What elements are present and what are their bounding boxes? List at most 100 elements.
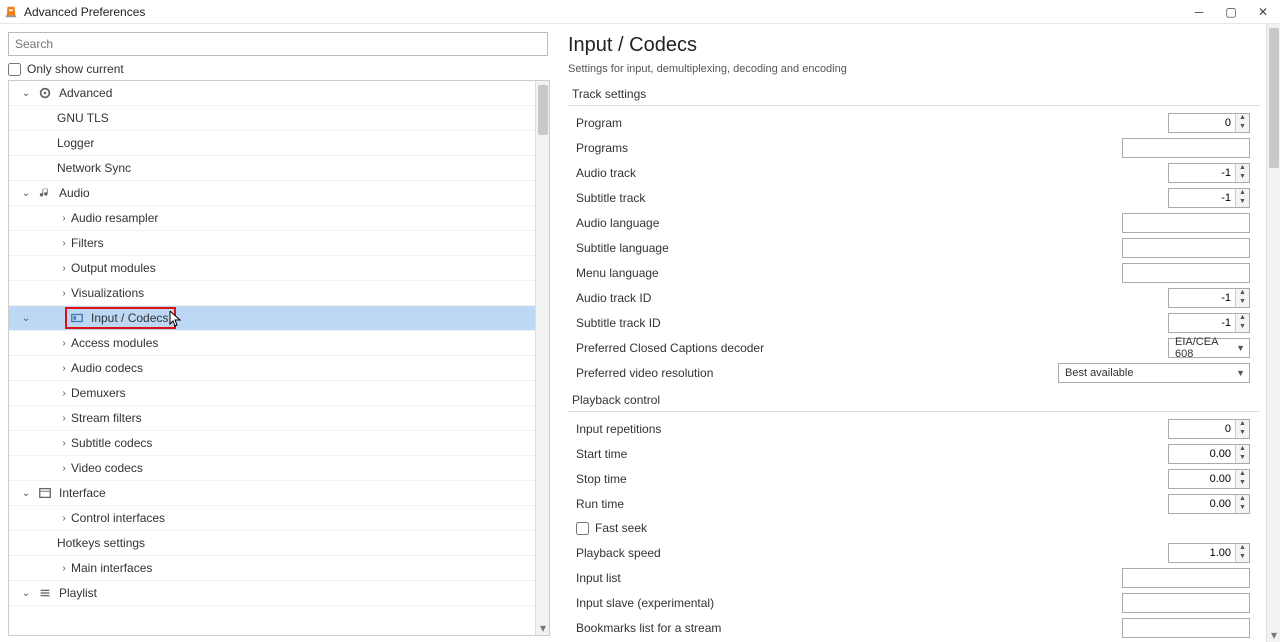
spin-down-icon[interactable]: ▼ xyxy=(1236,454,1249,463)
tree-audio-codecs[interactable]: ›Audio codecs xyxy=(9,356,535,381)
program-spinbox[interactable]: ▲▼ xyxy=(1168,113,1250,133)
subtitle-track-spinbox[interactable]: ▲▼ xyxy=(1168,188,1250,208)
tree-access-modules[interactable]: ›Access modules xyxy=(9,331,535,356)
run-time-spinbox[interactable]: ▲▼ xyxy=(1168,494,1250,514)
only-show-current-checkbox[interactable]: Only show current xyxy=(8,62,550,76)
spin-up-icon[interactable]: ▲ xyxy=(1236,289,1249,298)
chevron-right-icon[interactable]: › xyxy=(57,338,71,349)
chevron-down-icon[interactable]: ⌄ xyxy=(19,588,33,599)
programs-input[interactable] xyxy=(1122,138,1250,158)
stop-time-spinbox[interactable]: ▲▼ xyxy=(1168,469,1250,489)
tree-interface[interactable]: ⌄ Interface xyxy=(9,481,535,506)
settings-scrollbar[interactable]: ▴ ▾ xyxy=(1266,24,1280,642)
field-playback-speed: Playback speed ▲▼ xyxy=(568,540,1280,565)
spin-down-icon[interactable]: ▼ xyxy=(1236,479,1249,488)
spin-up-icon[interactable]: ▲ xyxy=(1236,420,1249,429)
chevron-down-icon[interactable]: ⌄ xyxy=(19,188,33,199)
maximize-button[interactable]: ▢ xyxy=(1224,5,1238,19)
tree-hotkeys-settings[interactable]: Hotkeys settings xyxy=(9,531,535,556)
input-slave-input[interactable] xyxy=(1122,593,1250,613)
spin-up-icon[interactable]: ▲ xyxy=(1236,164,1249,173)
spin-down-icon[interactable]: ▼ xyxy=(1236,323,1249,332)
only-show-current-box[interactable] xyxy=(8,63,21,76)
audio-track-spinbox[interactable]: ▲▼ xyxy=(1168,163,1250,183)
tree-demuxers[interactable]: ›Demuxers xyxy=(9,381,535,406)
tree-logger[interactable]: Logger xyxy=(9,131,535,156)
chevron-right-icon[interactable]: › xyxy=(57,438,71,449)
tree-filters[interactable]: ›Filters xyxy=(9,231,535,256)
field-fast-seek[interactable]: Fast seek xyxy=(568,516,1280,540)
spin-down-icon[interactable]: ▼ xyxy=(1236,123,1249,132)
tree-video-codecs[interactable]: ›Video codecs xyxy=(9,456,535,481)
spin-down-icon[interactable]: ▼ xyxy=(1236,553,1249,562)
audio-language-input[interactable] xyxy=(1122,213,1250,233)
tree-audio-resampler[interactable]: ›Audio resampler xyxy=(9,206,535,231)
menu-language-input[interactable] xyxy=(1122,263,1250,283)
tree-scrollbar[interactable]: ▴ ▾ xyxy=(535,81,549,635)
tree-visualizations[interactable]: ›Visualizations xyxy=(9,281,535,306)
spin-down-icon[interactable]: ▼ xyxy=(1236,173,1249,182)
playback-speed-spinbox[interactable]: ▲▼ xyxy=(1168,543,1250,563)
tree-control-interfaces[interactable]: ›Control interfaces xyxy=(9,506,535,531)
chevron-right-icon[interactable]: › xyxy=(57,238,71,249)
tree-subtitle-codecs[interactable]: ›Subtitle codecs xyxy=(9,431,535,456)
chevron-right-icon[interactable]: › xyxy=(57,263,71,274)
search-input[interactable] xyxy=(8,32,548,56)
bookmarks-input[interactable] xyxy=(1122,618,1250,638)
scrollbar-thumb[interactable] xyxy=(1269,28,1279,168)
tree-playlist[interactable]: ⌄ Playlist xyxy=(9,581,535,606)
chevron-right-icon[interactable]: › xyxy=(57,363,71,374)
tree-gnutls[interactable]: GNU TLS xyxy=(9,106,535,131)
chevron-right-icon[interactable]: › xyxy=(57,513,71,524)
audio-track-id-spinbox[interactable]: ▲▼ xyxy=(1168,288,1250,308)
chevron-down-icon[interactable]: ⌄ xyxy=(19,88,33,99)
spin-down-icon[interactable]: ▼ xyxy=(1236,298,1249,307)
field-program: Program ▲▼ xyxy=(568,110,1280,135)
close-button[interactable]: ✕ xyxy=(1256,5,1270,19)
spin-down-icon[interactable]: ▼ xyxy=(1236,504,1249,513)
category-tree: ⌄ Advanced GNU TLS Logger Network Sync ⌄… xyxy=(8,80,550,636)
chevron-down-icon[interactable]: ⌄ xyxy=(19,488,33,499)
scrollbar-thumb[interactable] xyxy=(538,85,548,135)
spin-up-icon[interactable]: ▲ xyxy=(1236,189,1249,198)
tree-output-modules[interactable]: ›Output modules xyxy=(9,256,535,281)
chevron-right-icon[interactable]: › xyxy=(57,213,71,224)
scroll-down-icon[interactable]: ▾ xyxy=(1267,628,1280,642)
tree-advanced[interactable]: ⌄ Advanced xyxy=(9,81,535,106)
chevron-down-icon[interactable]: ⌄ xyxy=(19,313,33,324)
start-time-spinbox[interactable]: ▲▼ xyxy=(1168,444,1250,464)
spin-up-icon[interactable]: ▲ xyxy=(1236,544,1249,553)
spin-down-icon[interactable]: ▼ xyxy=(1236,198,1249,207)
chevron-right-icon[interactable]: › xyxy=(57,413,71,424)
spin-up-icon[interactable]: ▲ xyxy=(1236,470,1249,479)
spin-up-icon[interactable]: ▲ xyxy=(1236,495,1249,504)
tree-main-interfaces[interactable]: ›Main interfaces xyxy=(9,556,535,581)
chevron-right-icon[interactable]: › xyxy=(57,463,71,474)
tree-stream-filters[interactable]: ›Stream filters xyxy=(9,406,535,431)
video-resolution-combo[interactable]: Best available▼ xyxy=(1058,363,1250,383)
input-list-input[interactable] xyxy=(1122,568,1250,588)
scroll-down-icon[interactable]: ▾ xyxy=(536,621,550,635)
chevron-right-icon[interactable]: › xyxy=(57,563,71,574)
window-icon xyxy=(37,485,53,501)
spin-up-icon[interactable]: ▲ xyxy=(1236,314,1249,323)
spin-up-icon[interactable]: ▲ xyxy=(1236,445,1249,454)
field-subtitle-track: Subtitle track ▲▼ xyxy=(568,185,1280,210)
subtitle-track-id-spinbox[interactable]: ▲▼ xyxy=(1168,313,1250,333)
list-icon xyxy=(37,585,53,601)
chevron-right-icon[interactable]: › xyxy=(57,388,71,399)
fast-seek-checkbox[interactable] xyxy=(576,522,589,535)
section-track-settings: Track settings xyxy=(568,85,1260,106)
music-note-icon xyxy=(37,185,53,201)
spin-down-icon[interactable]: ▼ xyxy=(1236,429,1249,438)
tree-input-codecs[interactable]: ⌄ Input / Codecs xyxy=(9,306,535,331)
subtitle-language-input[interactable] xyxy=(1122,238,1250,258)
input-repetitions-spinbox[interactable]: ▲▼ xyxy=(1168,419,1250,439)
field-programs: Programs xyxy=(568,135,1280,160)
chevron-right-icon[interactable]: › xyxy=(57,288,71,299)
cc-decoder-combo[interactable]: EIA/CEA 608▼ xyxy=(1168,338,1250,358)
tree-audio[interactable]: ⌄ Audio xyxy=(9,181,535,206)
spin-up-icon[interactable]: ▲ xyxy=(1236,114,1249,123)
tree-network-sync[interactable]: Network Sync xyxy=(9,156,535,181)
minimize-button[interactable]: ─ xyxy=(1192,5,1206,19)
